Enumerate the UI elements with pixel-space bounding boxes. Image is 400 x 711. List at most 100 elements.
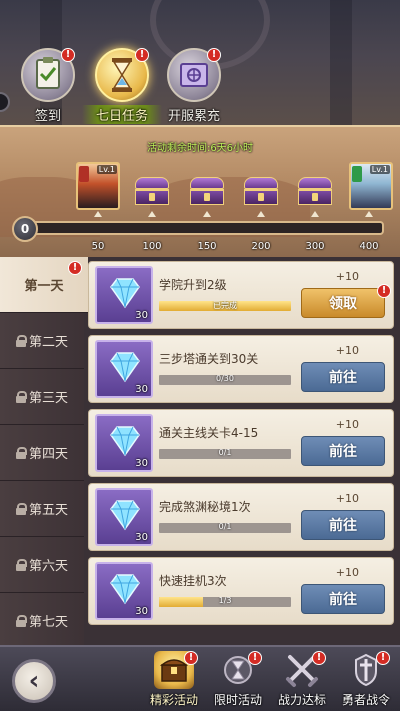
hero-left-level: Lv.1 [96, 165, 117, 174]
lock-icon [15, 446, 27, 459]
day-tab-label: 第三天 [28, 391, 68, 406]
reward-chest-150[interactable] [190, 177, 224, 205]
milestone-marker [311, 211, 319, 217]
diamond-icon [110, 500, 140, 531]
hourglass-icon: ! [218, 651, 262, 689]
task-progress-text: 已完成 [213, 301, 237, 310]
day-tab-6[interactable]: 第六天 [0, 537, 84, 593]
hero-portrait-left[interactable]: Lv.1 [76, 162, 120, 210]
checklist-icon: ! [21, 48, 75, 102]
go-button[interactable]: 前往 [301, 362, 385, 392]
reward-chest-300[interactable] [298, 177, 332, 205]
task-progress-text: 0/1 [218, 523, 232, 531]
task-title: 学院升到2级 [159, 278, 227, 292]
task-progress-bar: 已完成 [159, 301, 291, 311]
current-points-badge: 0 [12, 216, 38, 242]
task-title: 通关主线关卡4-15 [159, 426, 259, 440]
day-tab-5[interactable]: 第五天 [0, 481, 84, 537]
points-progress-bar [24, 221, 384, 235]
go-button[interactable]: 前往 [301, 584, 385, 614]
task-card: 30 三步塔通关到30关 0/30 +10 前往 [88, 335, 394, 403]
task-list[interactable]: 30 学院升到2级 已完成 +10 领取 ! 30 三步塔通关到30关 0/30… [86, 257, 394, 645]
tab-recharge-label: 开服累充 [167, 109, 220, 124]
day-tab-1[interactable]: 第一天 ! [0, 257, 88, 313]
go-button[interactable]: 前往 [301, 436, 385, 466]
reward-chest-200[interactable] [244, 177, 278, 205]
hourglass-icon: ! [95, 48, 149, 102]
milestone-label: 400 [359, 241, 379, 252]
gem-count: 30 [135, 458, 148, 469]
day-tab-label: 第五天 [28, 503, 68, 518]
task-points-reward: +10 [335, 344, 359, 357]
tab-seven-day-tasks[interactable]: ! 七日任务 [82, 48, 162, 124]
milestone-label: 150 [197, 241, 217, 252]
task-progress-bar: 0/1 [159, 523, 291, 533]
bottom-nav-bar: ‹ ! 精彩活动 ! 限时活动 ! 战力达标 ! 勇者战令 [0, 645, 400, 711]
gem-reward-icon[interactable]: 30 [95, 488, 153, 546]
lock-icon [15, 558, 27, 571]
day-tab-4[interactable]: 第四天 [0, 425, 84, 481]
milestone-marker [365, 211, 373, 217]
tab-seven-day-badge: ! [135, 48, 149, 62]
crossed-swords-icon: ! [282, 651, 326, 689]
gem-reward-icon[interactable]: 30 [95, 340, 153, 398]
go-button[interactable]: 前往 [301, 510, 385, 540]
day-tab-7[interactable]: 第七天 [0, 593, 84, 649]
lock-icon [15, 614, 27, 627]
milestone-label: 50 [91, 241, 105, 252]
diamond-icon [110, 426, 140, 457]
day-tab-label: 第二天 [28, 335, 68, 350]
chevron-left-icon: ‹ [28, 666, 40, 696]
milestone-label: 100 [142, 241, 162, 252]
tab-cumulative-recharge[interactable]: ! 开服累充 [154, 48, 234, 124]
task-progress-text: 1/3 [218, 597, 232, 605]
task-card: 30 通关主线关卡4-15 0/1 +10 前往 [88, 409, 394, 477]
gem-reward-icon[interactable]: 30 [95, 562, 153, 620]
nav-featured-badge: ! [184, 651, 198, 665]
nav-limited-events[interactable]: ! 限时活动 [206, 649, 270, 711]
day-tab-label: 第一天 [24, 279, 64, 294]
task-content-area: 第一天 ! 第二天 第三天 第四天 第五天 第六天 第七天 30 学院升到2级 … [0, 257, 400, 649]
milestone-marker [203, 211, 211, 217]
nav-label: 精彩活动 [149, 693, 198, 707]
milestone-marker [148, 211, 156, 217]
claim-badge: ! [377, 284, 391, 298]
milestone-label: 300 [305, 241, 325, 252]
reward-chest-100[interactable] [135, 177, 169, 205]
task-points-reward: +10 [335, 492, 359, 505]
task-card: 30 快速挂机3次 1/3 +10 前往 [88, 557, 394, 625]
gem-reward-icon[interactable]: 30 [95, 414, 153, 472]
milestone-marker [257, 211, 265, 217]
back-button[interactable]: ‹ [12, 659, 56, 703]
gem-count: 30 [135, 532, 148, 543]
claim-button[interactable]: 领取 [301, 288, 385, 318]
task-points-reward: +10 [335, 418, 359, 431]
nav-power-badge: ! [312, 651, 326, 665]
tab-sign-in[interactable]: ! 签到 [8, 48, 88, 124]
nav-power-targets[interactable]: ! 战力达标 [270, 649, 334, 711]
gem-count: 30 [135, 606, 148, 617]
hero-right-level: Lv.1 [369, 165, 390, 174]
tab-seven-day-label: 七日任务 [82, 105, 162, 124]
task-progress-text: 0/1 [218, 449, 232, 457]
gem-reward-icon[interactable]: 30 [95, 266, 153, 324]
hero-portrait-right[interactable]: Lv.1 [349, 162, 393, 210]
points-progress-panel: 活动剩余时间:6天6小时 Lv.1 Lv.1 0 50 100 150 200 … [0, 125, 400, 257]
day-tab-1-badge: ! [68, 261, 82, 275]
nav-label: 勇者战令 [341, 693, 390, 707]
lock-icon [15, 334, 27, 347]
task-title: 完成煞渊秘境1次 [159, 500, 251, 514]
task-title: 快速挂机3次 [159, 574, 227, 588]
day-tab-2[interactable]: 第二天 [0, 313, 84, 369]
nav-featured-events[interactable]: ! 精彩活动 [142, 649, 206, 711]
diamond-icon [110, 574, 140, 605]
nav-hero-battle-pass[interactable]: ! 勇者战令 [334, 649, 398, 711]
task-progress-text: 0/30 [216, 375, 234, 383]
task-progress-bar: 0/1 [159, 449, 291, 459]
activity-timer: 活动剩余时间:6天6小时 [146, 143, 254, 154]
nav-label: 限时活动 [213, 693, 262, 707]
top-tab-row: ! 签到 ! 七日任务 ! 开服累充 [0, 48, 400, 124]
day-tab-3[interactable]: 第三天 [0, 369, 84, 425]
sword-shield-icon: ! [346, 651, 390, 689]
diamond-icon [110, 278, 140, 309]
